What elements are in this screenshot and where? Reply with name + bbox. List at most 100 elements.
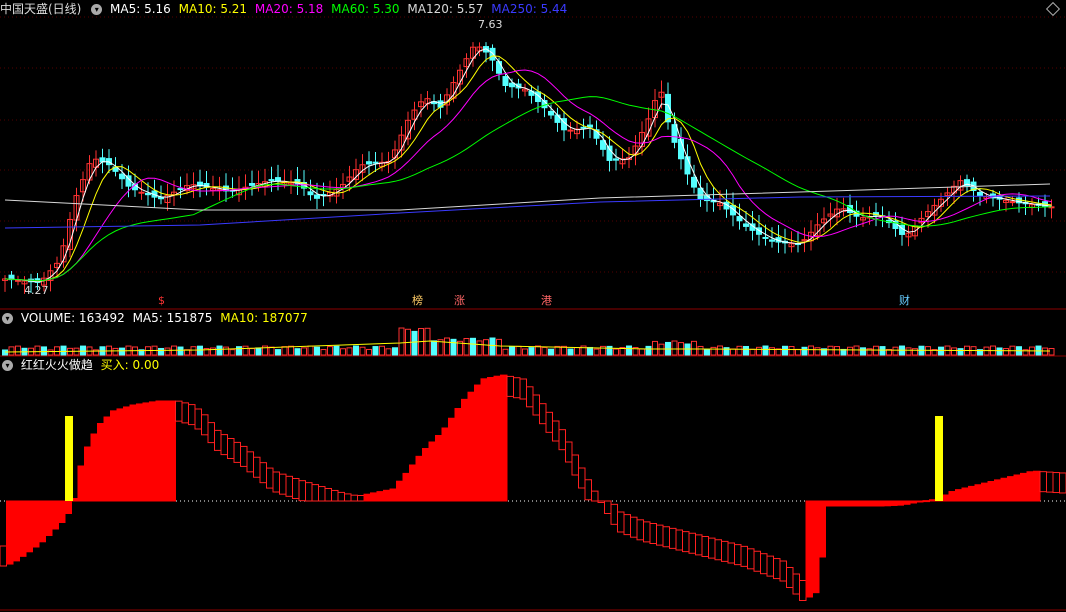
volume-bar [892, 346, 899, 356]
indicator-bar [610, 503, 618, 525]
volume-bar [671, 340, 678, 356]
indicator-bar [467, 391, 475, 502]
indicator-bar [825, 500, 833, 507]
indicator-bar [597, 500, 605, 503]
indicator-bar [974, 484, 982, 502]
indicator-bar [32, 500, 40, 548]
volume-bar [1003, 348, 1009, 356]
indicator-bar [376, 491, 384, 502]
volume-bar [229, 349, 236, 356]
volume-bar [684, 343, 691, 356]
volume-bar [470, 337, 476, 356]
volume-bar [905, 347, 912, 356]
indicator-bar [526, 386, 534, 408]
candle-body [567, 129, 574, 132]
volume-bar [554, 345, 561, 356]
indicator-bar [240, 445, 248, 467]
indicator-bar [779, 560, 787, 582]
volume-bar [814, 347, 821, 356]
volume-bar [8, 346, 15, 356]
volume-bar [743, 345, 749, 356]
candle-body [15, 279, 21, 282]
indicator-bar [435, 435, 443, 502]
indicator-bar [474, 384, 482, 502]
indicator-bar [461, 398, 469, 502]
indicator-bar [565, 441, 573, 463]
buy-signal-bar [935, 416, 943, 501]
volume-bar [431, 340, 437, 356]
indicator-bar [337, 491, 345, 502]
indicator-bar [545, 411, 553, 433]
volume-bar [314, 346, 320, 356]
candle-body [736, 216, 743, 222]
indicator-bar [799, 580, 807, 601]
candle-body [1009, 201, 1016, 204]
indicator-bar [344, 493, 352, 502]
indicator-bar [12, 500, 20, 562]
volume-bar [567, 348, 574, 356]
indicator-bar [838, 500, 846, 507]
indicator-bar [181, 402, 189, 424]
candle-body [145, 192, 151, 196]
kline-chart[interactable] [0, 0, 1066, 612]
indicator-bar [357, 495, 365, 502]
indicator-bar [311, 484, 319, 502]
volume-bar [119, 347, 125, 356]
indicator-bar [253, 456, 261, 478]
indicator-bar [370, 492, 378, 502]
volume-bar [197, 345, 203, 356]
indicator-bar [890, 500, 898, 506]
indicator-bar [740, 545, 748, 567]
indicator-bar [116, 408, 124, 502]
indicator-bar [396, 480, 404, 502]
indicator-bar [1013, 474, 1021, 502]
volume-bar [281, 346, 288, 356]
volume-bar [756, 346, 762, 356]
indicator-bar [480, 378, 488, 502]
indicator-bar [812, 500, 820, 594]
volume-bar [801, 346, 808, 356]
indicator-bar [331, 489, 339, 502]
indicator-bar [441, 427, 449, 502]
indicator-bar [617, 511, 625, 533]
indicator-bar [870, 500, 878, 507]
indicator-bar [1000, 477, 1008, 502]
volume-bar [957, 348, 964, 356]
indicator-bar [773, 558, 781, 580]
indicator-bar [727, 542, 735, 564]
volume-bar [158, 347, 164, 356]
indicator-bar [955, 489, 963, 502]
indicator-bar [272, 471, 280, 493]
volume-bar [847, 346, 853, 356]
indicator-bar [760, 553, 768, 575]
candle-body [502, 76, 509, 86]
candle-body [314, 194, 320, 199]
candle-body [366, 161, 372, 165]
indicator-bar [103, 416, 111, 502]
volume-bar [385, 348, 392, 356]
volume-bar [652, 340, 658, 356]
indicator-bar [415, 455, 423, 502]
indicator-bar [695, 534, 703, 556]
indicator-bar [500, 374, 508, 502]
indicator-bar [675, 529, 683, 551]
volume-bar [112, 347, 119, 356]
indicator-bar [571, 454, 579, 476]
indicator-bar [766, 555, 774, 577]
volume-bar [717, 345, 723, 356]
indicator-bar [298, 480, 306, 502]
indicator-bar [714, 539, 722, 561]
volume-bar [658, 343, 665, 356]
volume-bar [60, 345, 67, 356]
volume-bar [483, 339, 489, 356]
indicator-bar [123, 406, 131, 502]
indicator-bar [285, 475, 293, 497]
indicator-bar [279, 473, 287, 495]
indicator-bar [350, 494, 358, 502]
indicator-bar [643, 521, 651, 543]
indicator-bar [487, 377, 495, 502]
indicator-bar [363, 493, 371, 502]
indicator-bar [214, 429, 222, 451]
volume-bar [359, 346, 366, 356]
volume-bar [444, 337, 450, 356]
